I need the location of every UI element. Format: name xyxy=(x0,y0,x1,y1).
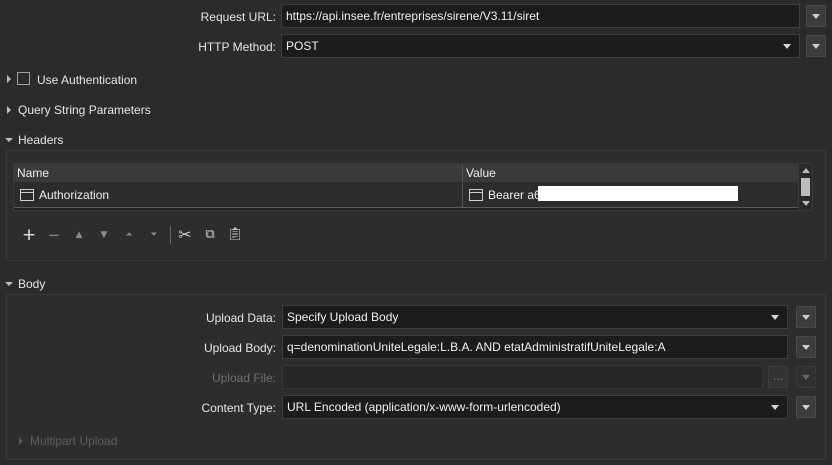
scroll-thumb[interactable] xyxy=(801,178,810,196)
upload-body-menu-button[interactable] xyxy=(796,336,816,358)
toolbar-separator xyxy=(170,226,171,244)
http-method-select[interactable]: POST xyxy=(281,34,800,58)
chevron-down-icon xyxy=(812,44,820,49)
http-method-menu-button[interactable] xyxy=(806,35,826,57)
redacted-block xyxy=(538,186,738,201)
upload-data-value: Specify Upload Body xyxy=(287,310,399,324)
move-down-icon[interactable]: ▼ xyxy=(94,226,114,244)
move-bottom-icon[interactable]: ⏷ xyxy=(144,226,164,244)
upload-data-menu-button[interactable] xyxy=(796,306,816,328)
chevron-down-icon xyxy=(771,315,779,320)
field-icon xyxy=(20,189,34,201)
multipart-upload-section[interactable]: Multipart Upload xyxy=(30,434,117,448)
chevron-down-icon xyxy=(771,405,779,410)
expand-arrow-icon[interactable] xyxy=(19,437,23,445)
chevron-down-icon xyxy=(802,405,810,410)
upload-data-label: Upload Data: xyxy=(205,311,276,325)
content-type-label: Content Type: xyxy=(201,401,277,415)
http-method-label: HTTP Method: xyxy=(198,40,276,54)
headers-table: Name Value Authorization Bearer a6c xyxy=(13,163,813,211)
chevron-down-icon xyxy=(783,44,791,49)
table-row[interactable]: Authorization Bearer a6c xyxy=(14,182,799,208)
request-url-label: Request URL: xyxy=(200,10,276,24)
paste-icon[interactable]: 📋︎ xyxy=(225,226,245,244)
headers-section[interactable]: Headers xyxy=(18,133,63,147)
cut-icon[interactable]: ✂ xyxy=(175,226,195,244)
copy-icon[interactable]: ⧉ xyxy=(200,226,220,244)
move-top-icon[interactable]: ⏶ xyxy=(119,226,139,244)
scroll-up-icon[interactable] xyxy=(802,168,810,173)
header-name-cell[interactable]: Authorization xyxy=(39,182,109,208)
expand-arrow-icon[interactable] xyxy=(7,75,11,83)
request-url-input[interactable]: https://api.insee.fr/entreprises/sirene/… xyxy=(281,4,800,28)
query-string-parameters-section[interactable]: Query String Parameters xyxy=(18,103,151,117)
remove-icon[interactable]: − xyxy=(44,226,64,244)
request-url-menu-button[interactable] xyxy=(806,5,826,27)
upload-file-label: Upload File: xyxy=(211,371,276,385)
http-method-value: POST xyxy=(286,39,319,53)
content-type-menu-button[interactable] xyxy=(796,396,816,418)
add-icon[interactable]: + xyxy=(19,226,39,244)
upload-body-input[interactable]: q=denominationUniteLegale:L.B.A. AND eta… xyxy=(282,335,788,359)
chevron-down-icon xyxy=(802,345,810,350)
upload-file-input[interactable] xyxy=(282,365,763,389)
field-icon xyxy=(469,189,483,201)
upload-data-select[interactable]: Specify Upload Body xyxy=(282,305,788,329)
move-up-icon[interactable]: ▲ xyxy=(69,226,89,244)
table-scrollbar[interactable] xyxy=(798,164,812,210)
scroll-down-icon[interactable] xyxy=(802,201,810,206)
content-type-select[interactable]: URL Encoded (application/x-www-form-urle… xyxy=(282,395,788,419)
chevron-down-icon xyxy=(812,14,820,19)
browse-button[interactable]: ... xyxy=(768,366,788,388)
expand-arrow-icon[interactable] xyxy=(7,106,11,114)
collapse-arrow-icon[interactable] xyxy=(5,138,13,142)
upload-file-menu-button[interactable] xyxy=(796,366,816,388)
column-header-value[interactable]: Value xyxy=(463,164,799,182)
chevron-down-icon xyxy=(802,375,810,380)
use-authentication-checkbox[interactable] xyxy=(17,72,30,85)
upload-body-label: Upload Body: xyxy=(203,341,276,355)
collapse-arrow-icon[interactable] xyxy=(5,282,13,286)
content-type-value: URL Encoded (application/x-www-form-urle… xyxy=(287,400,561,414)
chevron-down-icon xyxy=(802,315,810,320)
body-section[interactable]: Body xyxy=(18,277,45,291)
column-divider xyxy=(462,182,463,208)
use-authentication-label: Use Authentication xyxy=(37,73,138,87)
column-header-name[interactable]: Name xyxy=(14,164,463,182)
